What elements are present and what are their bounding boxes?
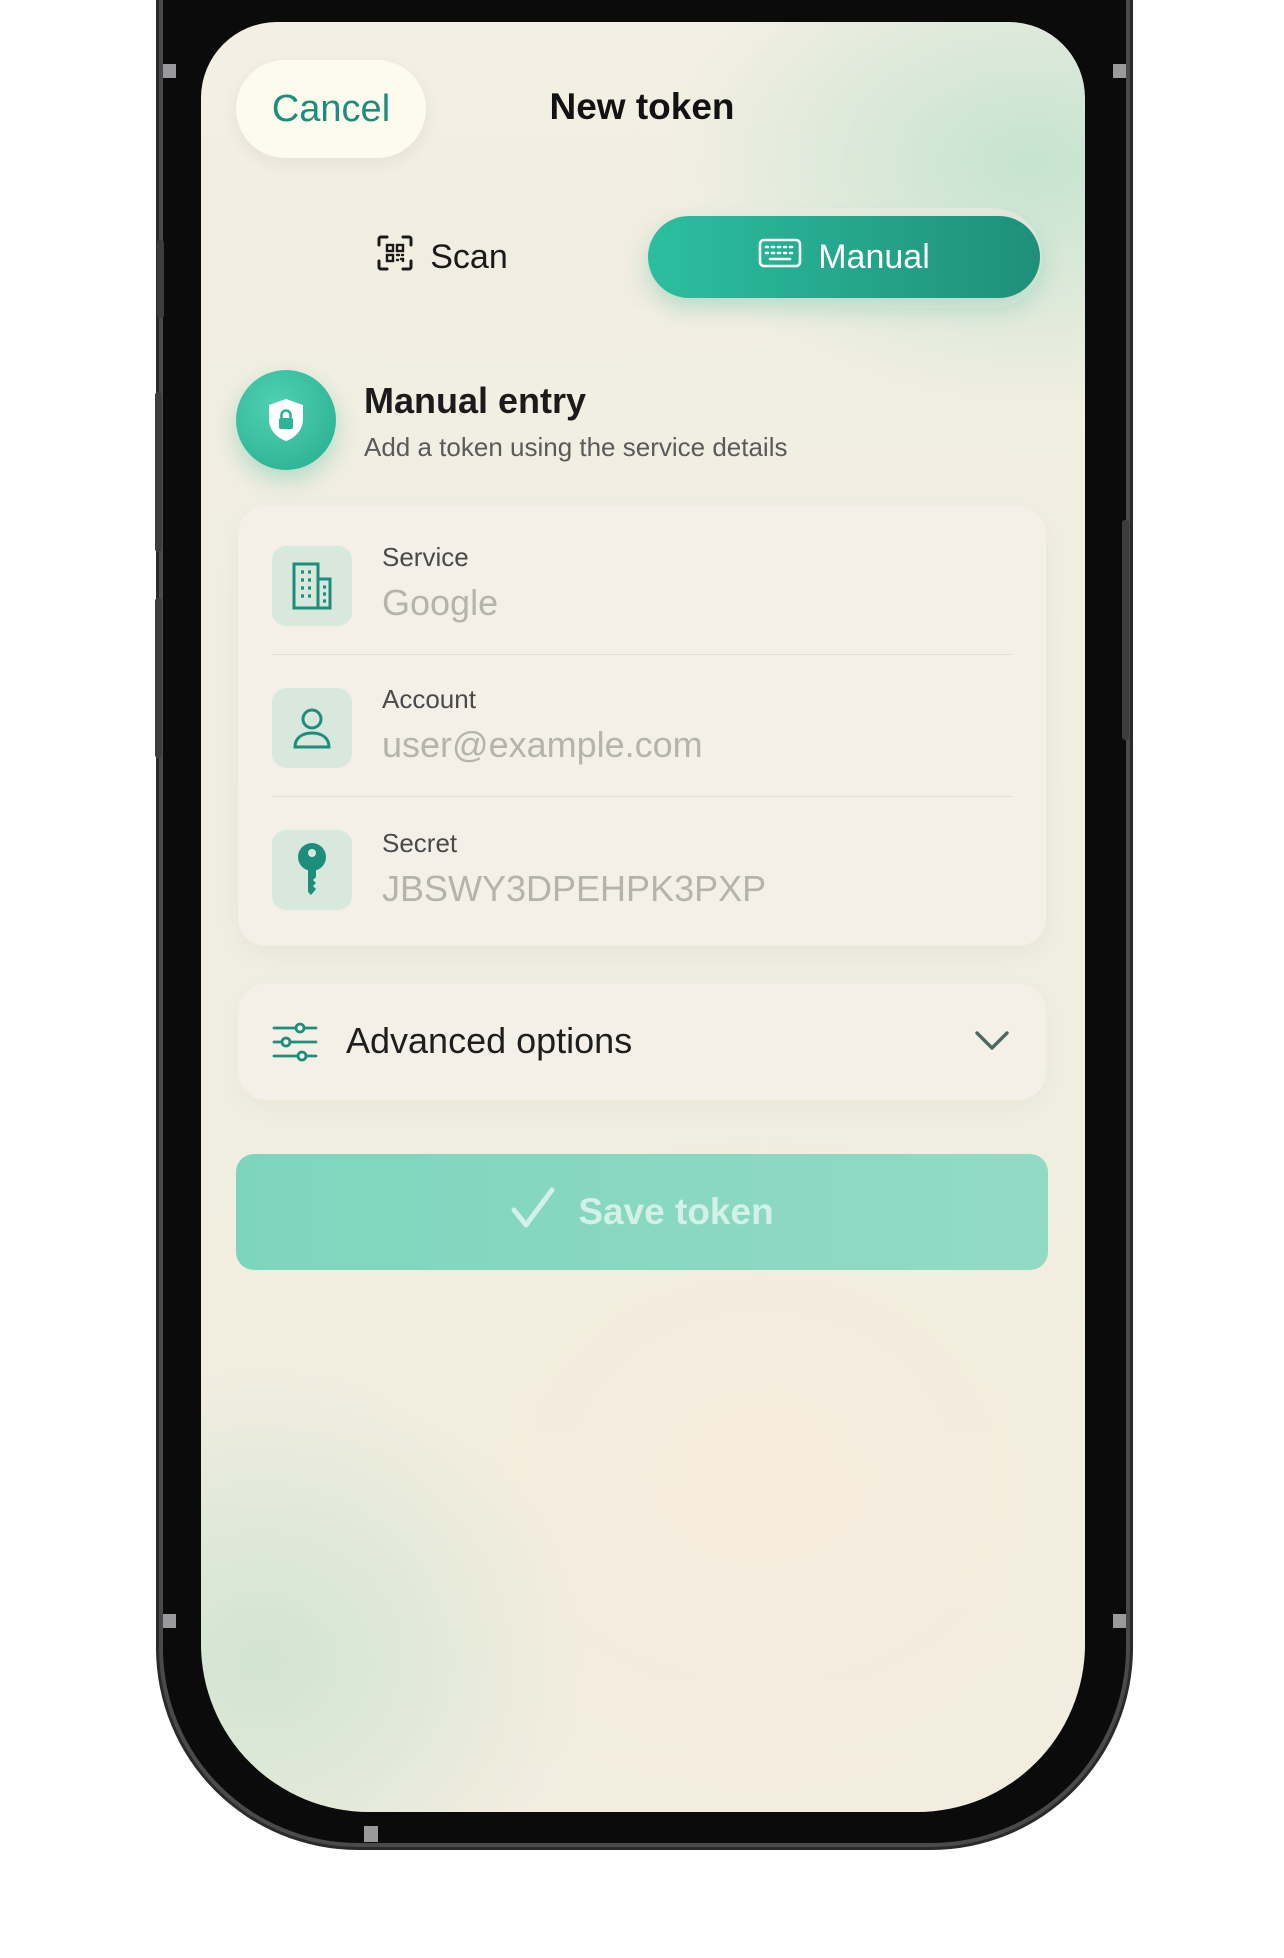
tab-scan-label: Scan: [430, 237, 508, 276]
secret-field[interactable]: Secret JBSWY3DPEHPK3PXP: [238, 796, 1046, 938]
action-button: [157, 240, 164, 318]
chevron-down-icon[interactable]: [974, 1030, 1010, 1056]
tab-manual[interactable]: Manual: [648, 216, 1040, 298]
tab-scan[interactable]: Scan: [242, 216, 642, 298]
service-field[interactable]: Service Google: [238, 506, 1046, 648]
account-field[interactable]: Account user@example.com: [238, 654, 1046, 796]
token-form-card: Service Google Account user@example.com …: [238, 506, 1046, 946]
qr-scan-icon: [376, 234, 414, 281]
page-title: New token: [549, 86, 735, 127]
secret-field-label: Secret: [382, 828, 458, 858]
antenna-line: [163, 1614, 176, 1628]
mode-segmented-control: Scan Manual: [242, 208, 1042, 308]
service-field-placeholder: Google: [382, 582, 499, 623]
sliders-icon: [272, 1022, 318, 1066]
person-icon: [272, 688, 352, 768]
keyboard-icon: [758, 238, 802, 277]
building-icon: [272, 546, 352, 626]
account-field-placeholder: user@example.com: [382, 724, 703, 765]
cancel-button[interactable]: Cancel: [236, 60, 426, 158]
antenna-line: [1113, 64, 1126, 78]
tab-manual-label: Manual: [818, 237, 930, 276]
save-token-button[interactable]: Save token: [236, 1154, 1048, 1270]
volume-down-button: [155, 598, 162, 758]
secret-field-placeholder: JBSWY3DPEHPK3PXP: [382, 868, 767, 909]
advanced-options-row[interactable]: Advanced options: [238, 984, 1046, 1100]
key-icon: [272, 830, 352, 910]
antenna-line: [163, 64, 176, 78]
section-subtitle: Add a token using the service details: [364, 432, 788, 462]
volume-up-button: [155, 392, 162, 552]
shield-lock-icon: [236, 370, 336, 470]
save-token-label: Save token: [578, 1191, 774, 1232]
section-title: Manual entry: [364, 380, 587, 421]
advanced-options-label: Advanced options: [346, 1020, 633, 1061]
power-button: [1122, 520, 1129, 740]
account-field-label: Account: [382, 684, 476, 714]
checkmark-icon: [510, 1186, 556, 1239]
service-field-label: Service: [382, 542, 469, 572]
antenna-line: [1113, 1614, 1126, 1628]
antenna-line: [364, 1826, 378, 1842]
